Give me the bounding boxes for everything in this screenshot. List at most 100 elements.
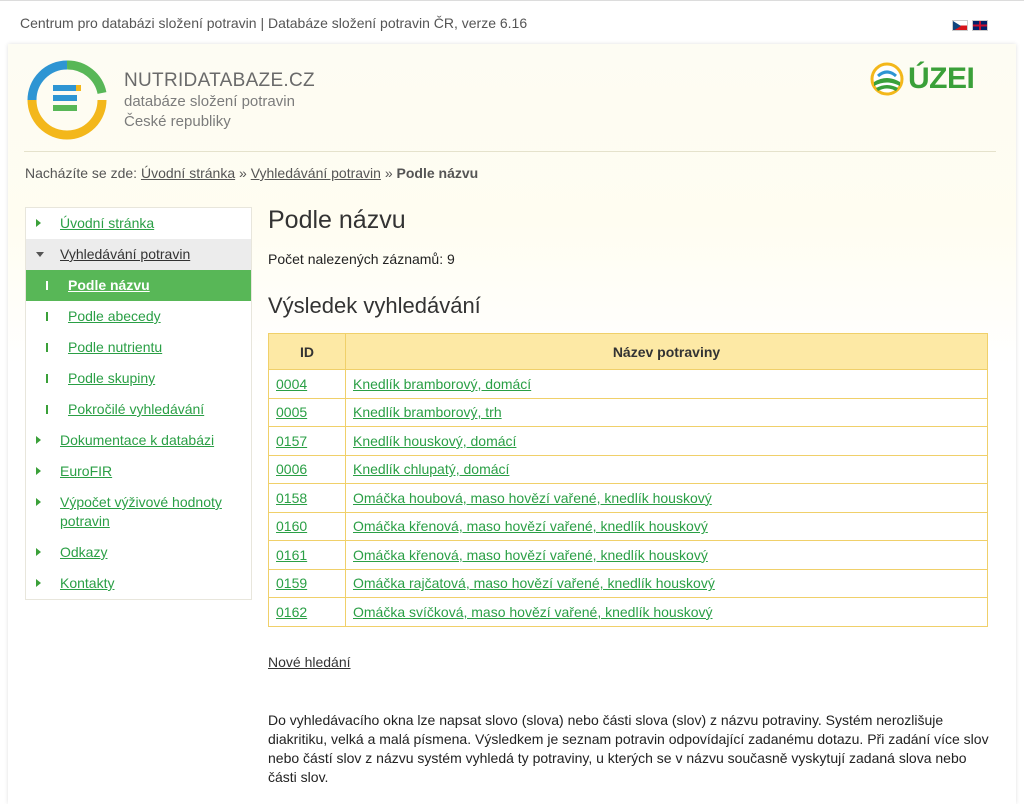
new-search-link[interactable]: Nové hledání bbox=[268, 654, 351, 670]
table-row: 0006 Knedlík chlupatý, domácí bbox=[268, 454, 988, 484]
name-cell: Omáčka svíčková, maso hovězí vařené, kne… bbox=[345, 597, 988, 627]
food-id-link[interactable]: 0004 bbox=[276, 376, 307, 392]
arrow-right-icon bbox=[36, 548, 41, 556]
sidebar-item-label[interactable]: Odkazy bbox=[60, 544, 107, 560]
breadcrumb-current: Podle názvu bbox=[396, 165, 479, 181]
sidebar-item-label[interactable]: Dokumentace k databázi bbox=[60, 432, 214, 448]
czech-flag-icon[interactable] bbox=[952, 20, 968, 31]
food-name-link[interactable]: Knedlík bramborový, domácí bbox=[353, 376, 531, 392]
sidebar-item-nutrition-calculation[interactable]: Výpočet výživové hodnoty potravin bbox=[26, 487, 251, 537]
food-name-link[interactable]: Knedlík bramborový, trh bbox=[353, 404, 502, 420]
sidebar-item-label[interactable]: Podle skupiny bbox=[68, 370, 155, 386]
id-cell: 0161 bbox=[268, 540, 346, 570]
sidebar-item-advanced-search[interactable]: Pokročilé vyhledávání bbox=[26, 394, 251, 425]
sidebar-nav: Úvodní stránka Vyhledávání potravin Podl… bbox=[25, 207, 252, 600]
breadcrumb-home-link[interactable]: Úvodní stránka bbox=[141, 165, 235, 181]
food-name-link[interactable]: Omáčka svíčková, maso hovězí vařené, kne… bbox=[353, 604, 713, 620]
sidebar-item-eurofir[interactable]: EuroFIR bbox=[26, 456, 251, 487]
food-id-link[interactable]: 0159 bbox=[276, 575, 307, 591]
breadcrumb-search-link[interactable]: Vyhledávání potravin bbox=[251, 165, 381, 181]
main-panel: NUTRIDATABAZE.CZ databáze složení potrav… bbox=[8, 44, 1016, 804]
sidebar-item-label[interactable]: Podle nutrientu bbox=[68, 339, 162, 355]
english-flag-icon[interactable] bbox=[972, 20, 988, 31]
sidebar-item-label[interactable]: Podle abecedy bbox=[68, 308, 161, 324]
result-count: Počet nalezených záznamů: 9 bbox=[268, 251, 455, 267]
name-cell: Omáčka houbová, maso hovězí vařené, kned… bbox=[345, 483, 988, 513]
language-switcher bbox=[952, 20, 988, 31]
sidebar-item-alphabetical[interactable]: Podle abecedy bbox=[26, 301, 251, 332]
id-cell: 0157 bbox=[268, 426, 346, 456]
column-header-food-name: Název potraviny bbox=[345, 333, 988, 370]
bullet-bar-icon bbox=[46, 343, 48, 352]
food-name-link[interactable]: Knedlík chlupatý, domácí bbox=[353, 461, 509, 477]
top-bar: Centrum pro databázi složení potravin | … bbox=[0, 0, 1024, 44]
food-id-link[interactable]: 0006 bbox=[276, 461, 307, 477]
food-name-link[interactable]: Omáčka křenová, maso hovězí vařené, kned… bbox=[353, 547, 708, 563]
brand-tagline-1: databáze složení potravin bbox=[124, 93, 295, 110]
table-row: 0004 Knedlík bramborový, domácí bbox=[268, 369, 988, 399]
uzei-emblem-icon bbox=[870, 62, 904, 96]
food-id-link[interactable]: 0158 bbox=[276, 490, 307, 506]
id-cell: 0004 bbox=[268, 369, 346, 399]
sidebar-item-contacts[interactable]: Kontakty bbox=[26, 568, 251, 599]
name-cell: Omáčka rajčatová, maso hovězí vařené, kn… bbox=[345, 568, 988, 598]
arrow-right-icon bbox=[36, 436, 41, 444]
new-search: Nové hledání bbox=[268, 654, 351, 670]
bullet-bar-icon bbox=[46, 281, 48, 290]
table-row: 0005 Knedlík bramborový, trh bbox=[268, 397, 988, 427]
arrow-right-icon bbox=[36, 219, 41, 227]
food-name-link[interactable]: Omáčka křenová, maso hovězí vařené, kned… bbox=[353, 518, 708, 534]
name-cell: Omáčka křenová, maso hovězí vařené, kned… bbox=[345, 540, 988, 570]
name-cell: Omáčka křenová, maso hovězí vařené, kned… bbox=[345, 511, 988, 541]
sidebar-item-label[interactable]: EuroFIR bbox=[60, 463, 112, 479]
table-header-row: ID Název potraviny bbox=[268, 333, 988, 370]
uzei-logo-text: ÚZEI bbox=[908, 62, 975, 95]
sidebar-item-by-name[interactable]: Podle názvu bbox=[26, 270, 251, 301]
food-id-link[interactable]: 0160 bbox=[276, 518, 307, 534]
sidebar-item-label[interactable]: Kontakty bbox=[60, 575, 114, 591]
id-cell: 0158 bbox=[268, 483, 346, 513]
brand-block: NUTRIDATABAZE.CZ databáze složení potrav… bbox=[124, 70, 315, 132]
arrow-down-icon bbox=[36, 252, 44, 257]
brand-tagline-2: České republiky bbox=[124, 113, 231, 130]
id-cell: 0159 bbox=[268, 568, 346, 598]
breadcrumb: Nacházíte se zde: Úvodní stránka » Vyhle… bbox=[25, 165, 478, 181]
sidebar-item-by-group[interactable]: Podle skupiny bbox=[26, 363, 251, 394]
sidebar-item-links[interactable]: Odkazy bbox=[26, 537, 251, 568]
arrow-right-icon bbox=[36, 498, 41, 506]
results-table: ID Název potraviny 0004 Knedlík bramboro… bbox=[268, 333, 988, 627]
sidebar-item-documentation[interactable]: Dokumentace k databázi bbox=[26, 425, 251, 456]
results-heading: Výsledek vyhledávání bbox=[268, 293, 481, 318]
sidebar-item-label[interactable]: Úvodní stránka bbox=[60, 215, 154, 231]
bullet-bar-icon bbox=[46, 405, 48, 414]
sidebar-item-label[interactable]: Podle názvu bbox=[68, 277, 150, 293]
name-cell: Knedlík houskový, domácí bbox=[345, 426, 988, 456]
brand-name: NUTRIDATABAZE.CZ bbox=[124, 70, 315, 91]
name-cell: Knedlík chlupatý, domácí bbox=[345, 454, 988, 484]
nutridatabaze-logo[interactable] bbox=[26, 59, 108, 141]
sidebar-item-by-nutrient[interactable]: Podle nutrientu bbox=[26, 332, 251, 363]
header-divider bbox=[24, 151, 996, 152]
sidebar-item-home[interactable]: Úvodní stránka bbox=[26, 208, 251, 239]
food-name-link[interactable]: Omáčka houbová, maso hovězí vařené, kned… bbox=[353, 490, 712, 506]
food-id-link[interactable]: 0005 bbox=[276, 404, 307, 420]
name-cell: Knedlík bramborový, trh bbox=[345, 397, 988, 427]
id-cell: 0005 bbox=[268, 397, 346, 427]
sidebar-item-label[interactable]: Výpočet výživové hodnoty potravin bbox=[60, 494, 222, 529]
food-id-link[interactable]: 0161 bbox=[276, 547, 307, 563]
name-cell: Knedlík bramborový, domácí bbox=[345, 369, 988, 399]
breadcrumb-separator: » bbox=[384, 165, 393, 181]
food-id-link[interactable]: 0157 bbox=[276, 433, 307, 449]
sidebar-item-food-search[interactable]: Vyhledávání potravin bbox=[26, 239, 251, 270]
sidebar-item-label[interactable]: Pokročilé vyhledávání bbox=[68, 401, 204, 417]
arrow-right-icon bbox=[36, 579, 41, 587]
food-name-link[interactable]: Knedlík houskový, domácí bbox=[353, 433, 516, 449]
uzei-logo[interactable]: ÚZEI bbox=[870, 62, 975, 96]
table-row: 0158 Omáčka houbová, maso hovězí vařené,… bbox=[268, 483, 988, 513]
sidebar-item-label[interactable]: Vyhledávání potravin bbox=[60, 246, 190, 262]
food-id-link[interactable]: 0162 bbox=[276, 604, 307, 620]
food-name-link[interactable]: Omáčka rajčatová, maso hovězí vařené, kn… bbox=[353, 575, 715, 591]
table-row: 0160 Omáčka křenová, maso hovězí vařené,… bbox=[268, 511, 988, 541]
arrow-right-icon bbox=[36, 467, 41, 475]
search-help-text: Do vyhledávacího okna lze napsat slovo (… bbox=[268, 712, 989, 785]
